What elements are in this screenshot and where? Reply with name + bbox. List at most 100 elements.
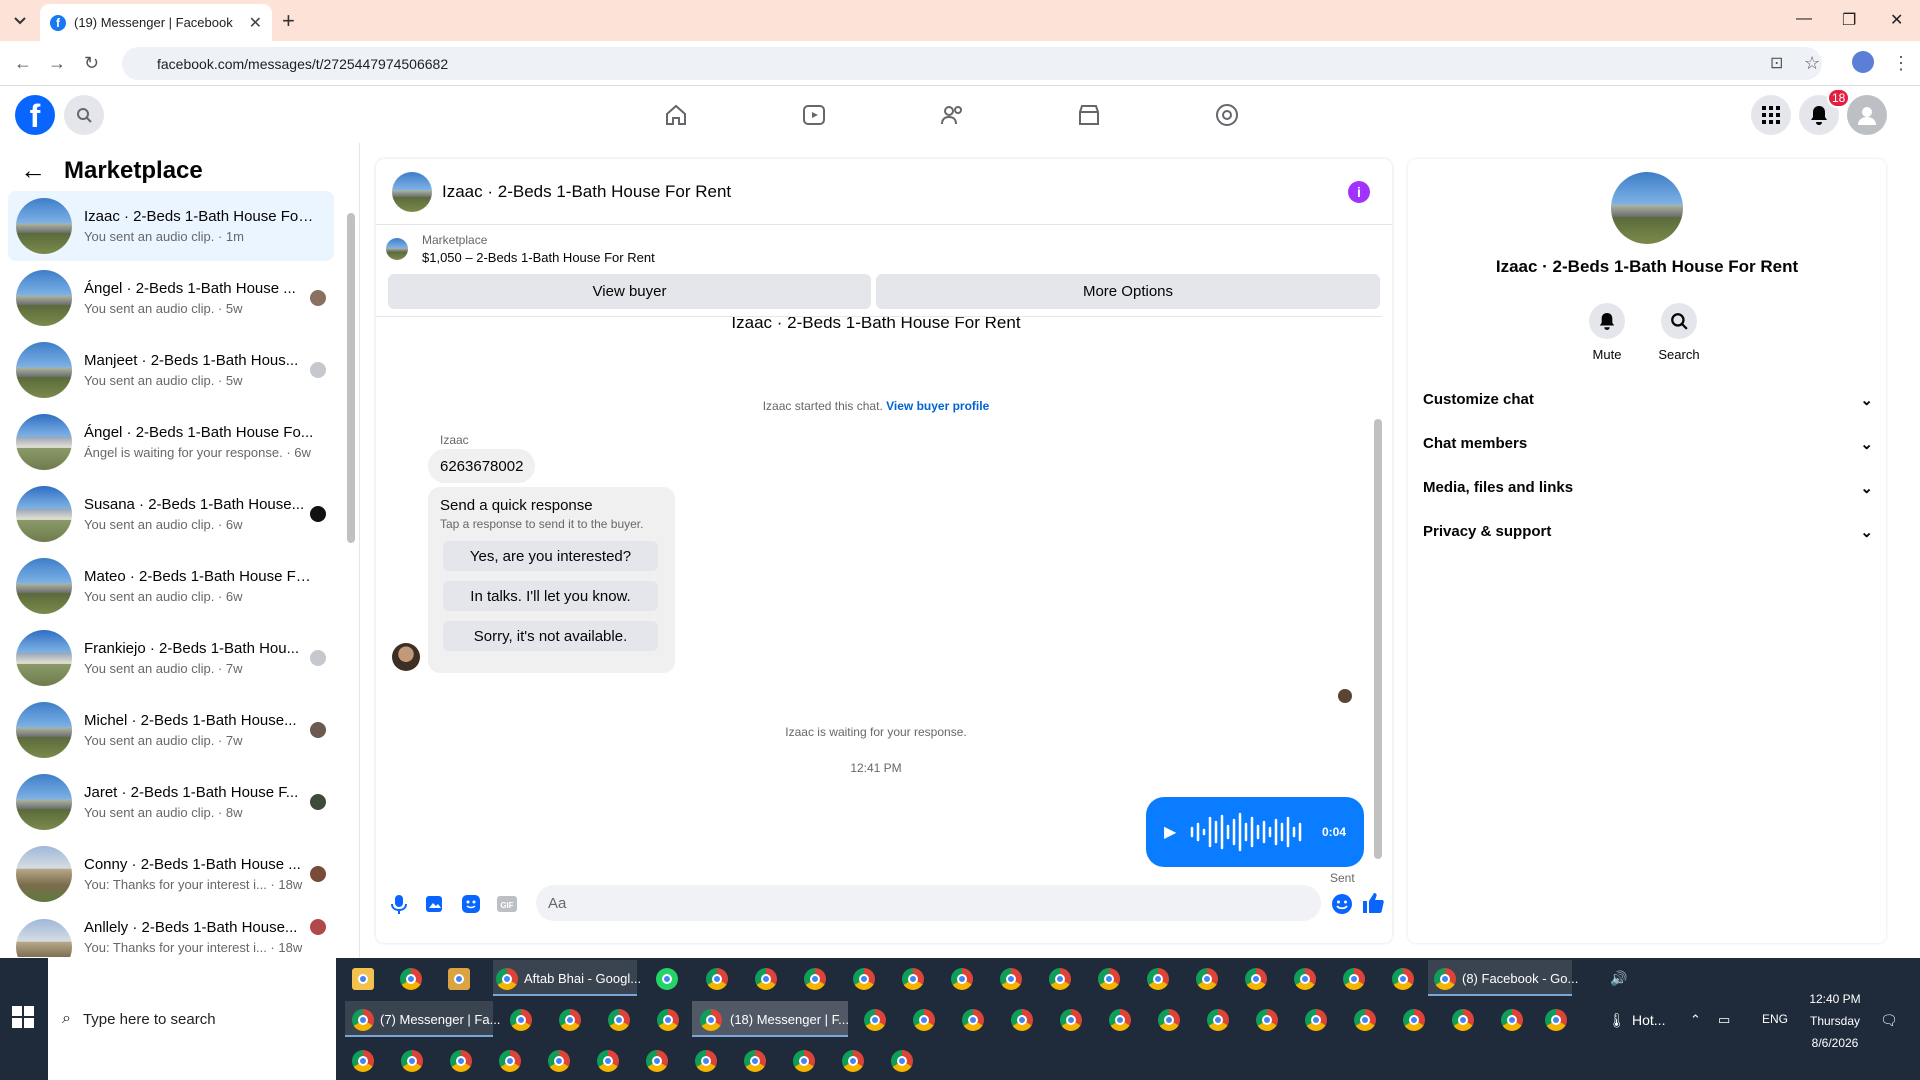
play-icon[interactable]: ▶ (1164, 822, 1176, 842)
chrome-icon[interactable] (657, 1009, 679, 1031)
chrome-icon[interactable] (352, 1050, 374, 1072)
message-input[interactable]: Aa (536, 885, 1321, 921)
chrome-icon[interactable] (1434, 968, 1456, 990)
message-bubble[interactable]: 6263678002 (428, 449, 536, 483)
chrome-icon[interactable] (1158, 1009, 1180, 1031)
chrome-icon[interactable] (842, 1050, 864, 1072)
chrome-icon[interactable] (1305, 1009, 1327, 1031)
account-avatar[interactable] (1847, 95, 1887, 135)
weather-text[interactable]: Hot... (1632, 1012, 1665, 1028)
chrome-icon[interactable] (913, 1009, 935, 1031)
volume-icon[interactable]: 🔊 (1610, 970, 1627, 987)
chrome-icon[interactable] (1354, 1009, 1376, 1031)
listing-title[interactable]: $1,050 – 2-Beds 1-Bath House For Rent (422, 250, 655, 265)
scrollbar-thumb[interactable] (347, 213, 355, 543)
chrome-icon[interactable] (1403, 1009, 1425, 1031)
install-icon[interactable]: ⊡ (1770, 53, 1783, 73)
chrome-icon[interactable] (1501, 1009, 1523, 1031)
chrome-icon[interactable] (559, 1009, 581, 1031)
chrome-icon[interactable] (706, 968, 728, 990)
new-tab-button[interactable]: + (282, 8, 295, 34)
chrome-icon[interactable] (608, 1009, 630, 1031)
profile-avatar[interactable] (1852, 51, 1874, 73)
conversation-item[interactable]: Michel · 2-Beds 1-Bath House... You sent … (8, 695, 334, 765)
privacy-support-section[interactable]: Privacy & support ⌄ (1423, 523, 1873, 541)
chrome-icon[interactable] (1392, 968, 1414, 990)
quick-reply-button[interactable]: In talks. I'll let you know. (443, 581, 658, 611)
chrome-icon[interactable] (1245, 968, 1267, 990)
tab-search-chevron-icon[interactable] (10, 10, 30, 30)
taskbar-label[interactable]: Aftab Bhai - Googl... (524, 971, 641, 986)
network-icon[interactable]: ▭ (1718, 1012, 1730, 1028)
sender-avatar[interactable] (392, 643, 420, 671)
chrome-icon[interactable] (499, 1050, 521, 1072)
chat-avatar[interactable] (392, 171, 432, 212)
chrome-icon[interactable] (597, 1050, 619, 1072)
conversation-item[interactable]: Mateo · 2-Beds 1-Bath House Fo... You sen… (8, 551, 334, 621)
mute-button[interactable]: Mute (1572, 303, 1642, 362)
media-files-links-section[interactable]: Media, files and links ⌄ (1423, 479, 1873, 497)
bookmark-star-icon[interactable]: ☆ (1804, 53, 1820, 74)
conversation-item[interactable]: Frankiejo · 2-Beds 1-Bath Hou... You sent… (8, 623, 334, 693)
facebook-logo[interactable]: f (15, 95, 55, 135)
chrome-icon[interactable] (352, 1009, 374, 1031)
conversation-item[interactable]: Conny · 2-Beds 1-Bath House ... You: Than… (8, 839, 334, 909)
taskbar-search[interactable]: ⌕ Type here to search (48, 958, 336, 1080)
chrome-icon[interactable] (1207, 1009, 1229, 1031)
windows-start-icon[interactable] (12, 1006, 34, 1028)
friends-icon[interactable] (939, 102, 965, 128)
conversation-item[interactable]: Izaac · 2-Beds 1-Bath House For ... You s… (8, 191, 334, 261)
menu-button[interactable] (1751, 95, 1791, 135)
show-hidden-icons-icon[interactable]: ⌃ (1690, 1012, 1701, 1028)
video-icon[interactable] (801, 102, 827, 128)
chrome-icon[interactable] (853, 968, 875, 990)
chrome-icon[interactable] (1000, 968, 1022, 990)
file-explorer-icon[interactable] (352, 968, 374, 990)
conversation-item[interactable]: Anllely · 2-Beds 1-Bath House... You: Tha… (8, 911, 334, 957)
minimize-button[interactable]: — (1796, 10, 1812, 28)
audio-message[interactable]: ▶ 0:04 (1146, 797, 1364, 867)
quick-reply-button[interactable]: Yes, are you interested? (443, 541, 658, 571)
customize-chat-section[interactable]: Customize chat ⌄ (1423, 391, 1873, 409)
app-icon[interactable] (448, 968, 470, 990)
chrome-icon[interactable] (1011, 1009, 1033, 1031)
chrome-icon[interactable] (755, 968, 777, 990)
taskbar-label[interactable]: (18) Messenger | F... (730, 1012, 849, 1027)
language-indicator[interactable]: ENG (1762, 1012, 1788, 1026)
forward-button[interactable]: → (48, 53, 66, 74)
chrome-icon[interactable] (646, 1050, 668, 1072)
chrome-icon[interactable] (962, 1009, 984, 1031)
microphone-icon[interactable] (388, 893, 410, 915)
conversation-item[interactable]: Jaret · 2-Beds 1-Bath House F... You sent… (8, 767, 334, 837)
chrome-icon[interactable] (951, 968, 973, 990)
sticker-icon[interactable] (460, 893, 482, 915)
gaming-icon[interactable] (1214, 102, 1240, 128)
chrome-icon[interactable] (793, 1050, 815, 1072)
conversation-item[interactable]: Ángel · 2-Beds 1-Bath House ... You sent … (8, 263, 334, 333)
taskbar-label[interactable]: (7) Messenger | Fa... (380, 1012, 500, 1027)
restore-button[interactable]: ❐ (1842, 10, 1856, 30)
chrome-icon[interactable] (1098, 968, 1120, 990)
browser-tab-active[interactable]: f (19) Messenger | Facebook ✕ (40, 4, 272, 41)
chrome-icon[interactable] (744, 1050, 766, 1072)
chat-members-section[interactable]: Chat members ⌄ (1423, 435, 1873, 453)
back-button[interactable]: ← (14, 53, 32, 74)
chrome-icon[interactable] (1109, 1009, 1131, 1031)
whatsapp-icon[interactable] (656, 968, 678, 990)
quick-reply-button[interactable]: Sorry, it's not available. (443, 621, 658, 651)
chrome-icon[interactable] (548, 1050, 570, 1072)
conversation-item[interactable]: Manjeet · 2-Beds 1-Bath Hous... You sent … (8, 335, 334, 405)
browser-menu-icon[interactable]: ⋮ (1892, 53, 1910, 74)
chrome-icon[interactable] (1452, 1009, 1474, 1031)
details-avatar[interactable] (1611, 172, 1683, 244)
chrome-icon[interactable] (1256, 1009, 1278, 1031)
url-bar[interactable]: facebook.com/messages/t/2725447974506682 (122, 47, 1822, 80)
chrome-icon[interactable] (1049, 968, 1071, 990)
photo-icon[interactable] (424, 893, 446, 915)
notification-center-icon[interactable]: 🗨 (1880, 1012, 1898, 1029)
home-icon[interactable] (663, 102, 689, 128)
chrome-icon[interactable] (864, 1009, 886, 1031)
scrollbar-thumb[interactable] (1374, 419, 1382, 859)
chrome-icon[interactable] (1545, 1009, 1567, 1031)
back-arrow-icon[interactable]: ← (20, 155, 46, 186)
